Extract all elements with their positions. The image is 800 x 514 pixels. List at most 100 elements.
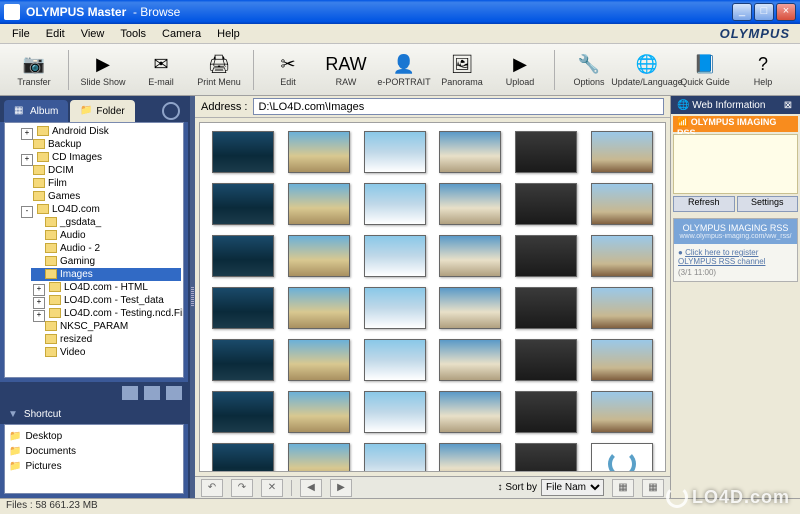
thumbnail[interactable]	[364, 287, 426, 329]
thumbnail[interactable]	[515, 391, 577, 433]
thumbnail[interactable]	[515, 131, 577, 173]
tree-node[interactable]: Film	[19, 177, 181, 190]
maximize-button[interactable]: □	[754, 3, 774, 21]
thumbnail[interactable]	[591, 287, 653, 329]
thumbnail[interactable]	[439, 235, 501, 277]
tool-quick-guide[interactable]: 📘Quick Guide	[677, 47, 733, 93]
thumbnail[interactable]	[288, 443, 350, 472]
thumbnail[interactable]	[515, 339, 577, 381]
thumbnail[interactable]	[212, 235, 274, 277]
thumbnail[interactable]	[439, 287, 501, 329]
thumbnail[interactable]	[364, 339, 426, 381]
new-folder-icon[interactable]	[122, 386, 138, 400]
thumbnail[interactable]	[288, 287, 350, 329]
shortcut-documents[interactable]: Documents	[9, 444, 179, 459]
thumbnail[interactable]	[439, 131, 501, 173]
thumbnail[interactable]	[591, 131, 653, 173]
tree-node[interactable]: NKSC_PARAM	[31, 320, 181, 333]
clock-icon[interactable]	[162, 102, 180, 120]
tool-help[interactable]: ?Help	[735, 47, 791, 93]
tree-node[interactable]: Audio - 2	[31, 242, 181, 255]
tree-node[interactable]: LO4D.com - HTML	[31, 281, 181, 294]
menu-file[interactable]: File	[4, 26, 38, 42]
thumbnail[interactable]	[591, 235, 653, 277]
menu-edit[interactable]: Edit	[38, 26, 73, 42]
tool-slide-show[interactable]: ▶Slide Show	[75, 47, 131, 93]
tool-print-menu[interactable]: 🖨Print Menu	[191, 47, 247, 93]
tool-update-language[interactable]: 🌐Update/Language	[619, 47, 675, 93]
tool-options[interactable]: 🔧Options	[561, 47, 617, 93]
rss-register-link[interactable]: Click here to register OLYMPUS RSS chann…	[678, 248, 765, 266]
thumbnail[interactable]	[439, 339, 501, 381]
tree-node[interactable]: Gaming	[31, 255, 181, 268]
thumbnail[interactable]	[212, 339, 274, 381]
thumbnail[interactable]	[591, 183, 653, 225]
rotate-left-icon[interactable]: ↶	[201, 479, 223, 497]
tool-raw[interactable]: RAWRAW	[318, 47, 374, 93]
prev-icon[interactable]: ◀	[300, 479, 322, 497]
menu-help[interactable]: Help	[209, 26, 248, 42]
tree-node[interactable]: _gsdata_	[31, 216, 181, 229]
delete-icon[interactable]	[166, 386, 182, 400]
tool-e-mail[interactable]: ✉E-mail	[133, 47, 189, 93]
settings-button[interactable]: Settings	[737, 196, 799, 212]
close-button[interactable]: ×	[776, 3, 796, 21]
thumbnail[interactable]	[515, 443, 577, 472]
thumbnail[interactable]	[288, 339, 350, 381]
thumbnail[interactable]	[288, 235, 350, 277]
thumbnail[interactable]	[515, 183, 577, 225]
tree-node[interactable]: CD Images	[19, 151, 181, 164]
thumbnail[interactable]	[212, 183, 274, 225]
view-large-icon[interactable]: ▦	[642, 479, 664, 497]
thumbnail[interactable]	[439, 391, 501, 433]
tab-folder[interactable]: 📁Folder	[70, 100, 134, 122]
copy-icon[interactable]	[144, 386, 160, 400]
shortcut-desktop[interactable]: Desktop	[9, 429, 179, 444]
tree-node[interactable]: LO4D.com - Test_data	[31, 294, 181, 307]
tree-node[interactable]: Backup	[19, 138, 181, 151]
menu-camera[interactable]: Camera	[154, 26, 209, 42]
sort-select[interactable]: File Nam	[541, 479, 604, 496]
thumbnail[interactable]	[288, 183, 350, 225]
folder-tree[interactable]: Android DiskBackupCD ImagesDCIMFilmGames…	[4, 122, 184, 378]
close-pane-icon[interactable]: ⊠	[782, 100, 794, 111]
thumbnail[interactable]	[212, 443, 274, 472]
tab-album[interactable]: ▦Album	[4, 100, 68, 122]
address-input[interactable]	[253, 98, 664, 115]
tree-node[interactable]: Images	[31, 268, 181, 281]
thumbnail[interactable]	[439, 443, 501, 472]
next-icon[interactable]: ▶	[330, 479, 352, 497]
thumbnail[interactable]	[364, 391, 426, 433]
thumbnail[interactable]	[212, 287, 274, 329]
thumbnail[interactable]	[591, 443, 653, 472]
shortcut-pictures[interactable]: Pictures	[9, 459, 179, 474]
rotate-right-icon[interactable]: ↷	[231, 479, 253, 497]
thumbnail[interactable]	[288, 391, 350, 433]
tree-node[interactable]: Audio	[31, 229, 181, 242]
thumbnail[interactable]	[439, 183, 501, 225]
view-small-icon[interactable]: ▦	[612, 479, 634, 497]
tree-node[interactable]: Android Disk	[19, 125, 181, 138]
tree-node[interactable]: LO4D.com - Testing.ncd.Fil	[31, 307, 181, 320]
tree-node[interactable]: Video	[31, 346, 181, 359]
tool-panorama[interactable]: 🖼Panorama	[434, 47, 490, 93]
minimize-button[interactable]: _	[732, 3, 752, 21]
tool-edit[interactable]: ✂Edit	[260, 47, 316, 93]
thumbnail[interactable]	[212, 131, 274, 173]
menu-view[interactable]: View	[73, 26, 113, 42]
thumbnail[interactable]	[212, 391, 274, 433]
tree-node[interactable]: DCIM	[19, 164, 181, 177]
tree-node[interactable]: resized	[31, 333, 181, 346]
shortcut-header[interactable]: ▼Shortcut	[0, 404, 188, 424]
tool-e-portrait[interactable]: 👤e-PORTRAIT	[376, 47, 432, 93]
thumbnail[interactable]	[591, 391, 653, 433]
tool-transfer[interactable]: 📷Transfer	[6, 47, 62, 93]
tool-upload[interactable]: ▶Upload	[492, 47, 548, 93]
tree-node[interactable]: Games	[19, 190, 181, 203]
thumbnail[interactable]	[364, 443, 426, 472]
refresh-button[interactable]: Refresh	[673, 196, 735, 212]
thumbnail[interactable]	[591, 339, 653, 381]
delete-thumb-icon[interactable]: ✕	[261, 479, 283, 497]
tree-node[interactable]: LO4D.com	[19, 203, 181, 216]
thumbnail[interactable]	[515, 287, 577, 329]
